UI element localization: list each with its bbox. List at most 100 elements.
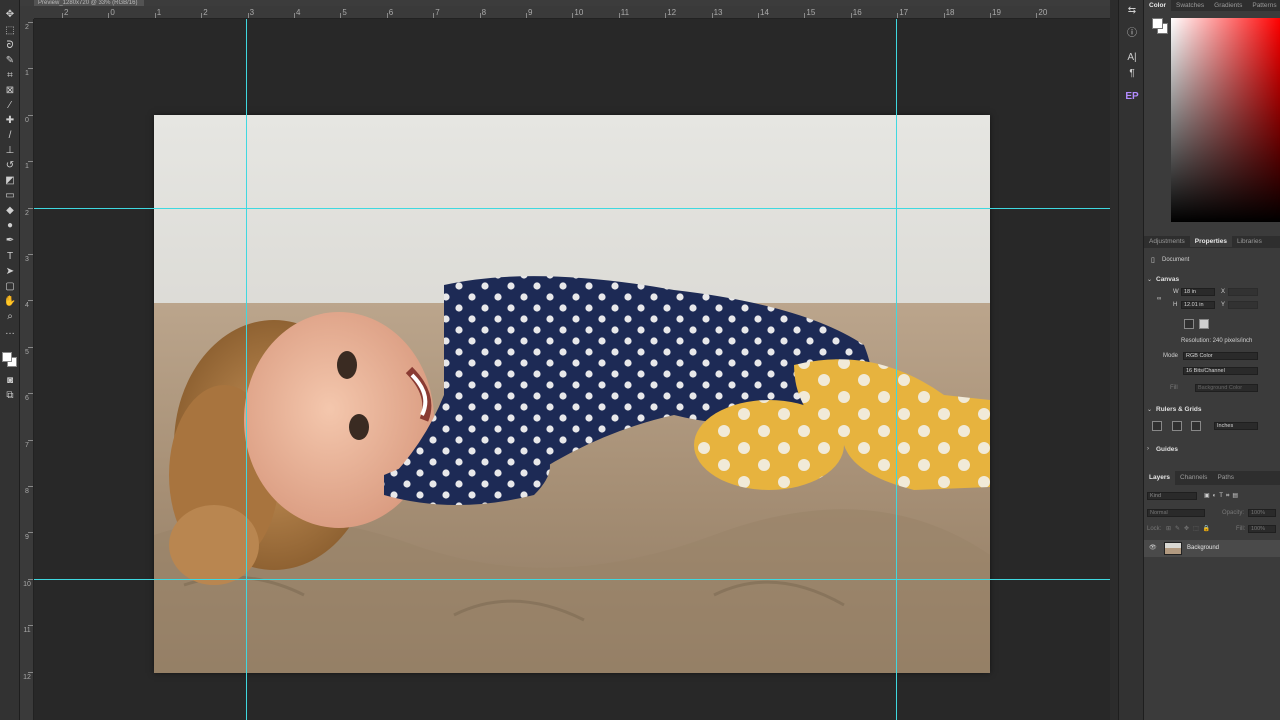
tab-layers[interactable]: Layers — [1144, 471, 1175, 485]
color-picker-field[interactable] — [1171, 18, 1280, 222]
tab-patterns[interactable]: Patterns — [1247, 0, 1280, 11]
vertical-guide-2[interactable] — [896, 19, 897, 720]
canvas-height-field[interactable]: 12.01 in — [1181, 301, 1215, 309]
fill-label: Fill — [1170, 385, 1178, 391]
eyedropper-tool-icon[interactable]: ⁄ — [3, 99, 17, 111]
canvas-section-header[interactable]: ⌄ Canvas — [1144, 275, 1280, 285]
info-icon[interactable]: ⓘ — [1124, 27, 1140, 41]
history-icon[interactable]: ⇆ — [1124, 4, 1140, 18]
rulers-grids-title: Rulers & Grids — [1156, 406, 1202, 413]
horizontal-ruler[interactable]: 2 0 1 2 3 4 5 6 7 8 9 10 11 12 13 14 15 16 17 18 19 20 — [34, 6, 1110, 19]
plugin-ep-icon[interactable]: EP — [1124, 90, 1140, 104]
healing-brush-tool-icon[interactable]: ✚ — [3, 114, 17, 126]
tab-gradients[interactable]: Gradients — [1209, 0, 1247, 11]
ruler-top-tick — [943, 13, 945, 18]
tab-color[interactable]: Color — [1144, 0, 1171, 11]
ruler-left-tick — [28, 578, 33, 580]
bit-depth-select[interactable]: 16 Bits/Channel — [1183, 367, 1258, 375]
ruler-top-tick — [62, 13, 63, 18]
chevron-right-icon[interactable]: › — [1147, 446, 1149, 452]
more-tools-icon[interactable]: … — [3, 325, 17, 337]
move-tool-icon[interactable]: ✥ — [3, 8, 17, 20]
tab-swatches[interactable]: Swatches — [1171, 0, 1209, 11]
ruler-left-tick — [28, 114, 33, 116]
ruler-top-label: 11 — [620, 8, 630, 17]
blend-mode-select[interactable]: Normal — [1147, 509, 1205, 517]
ruler-top-label: 5 — [342, 8, 347, 17]
layer-filter-icons[interactable]: ▣◐T⌗▤ — [1204, 492, 1241, 500]
history-brush-tool-icon[interactable]: ↺ — [3, 159, 17, 171]
ruler-corner[interactable] — [20, 6, 34, 19]
pen-tool-icon[interactable]: ✒ — [3, 234, 17, 246]
zoom-tool-icon[interactable]: ⌕ — [3, 310, 17, 322]
ruler-toggle-button[interactable] — [1152, 421, 1162, 431]
brush-tool-icon[interactable]: / — [3, 129, 17, 141]
blur-tool-icon[interactable]: ◆ — [3, 204, 17, 216]
lock-icons[interactable]: ⊞✎✥⬚🔒 — [1166, 525, 1214, 532]
vertical-guide-1[interactable] — [246, 19, 247, 720]
screen-mode-icon[interactable]: ⧉ — [3, 389, 17, 401]
canvas-y-field[interactable] — [1228, 301, 1258, 309]
gradient-tool-icon[interactable]: ▭ — [3, 189, 17, 201]
tab-paths[interactable]: Paths — [1212, 471, 1239, 485]
eraser-tool-icon[interactable]: ◩ — [3, 174, 17, 186]
ruler-top-tick — [433, 13, 435, 18]
horizontal-guide-2[interactable] — [34, 579, 1110, 580]
ruler-top-tick — [990, 13, 991, 18]
ruler-top-label: 8 — [481, 8, 487, 17]
guides-header[interactable]: › Guides — [1144, 445, 1280, 455]
ruler-top-label: 10 — [574, 8, 584, 17]
dodge-tool-icon[interactable]: ● — [3, 219, 17, 231]
rectangle-tool-icon[interactable]: ▢ — [3, 280, 17, 292]
vertical-ruler[interactable]: 2 1 0 1 2 3 4 5 6 7 8 9 10 11 12 — [20, 19, 34, 720]
tab-properties[interactable]: Properties — [1189, 236, 1232, 247]
tab-libraries[interactable]: Libraries — [1232, 236, 1267, 247]
character-icon[interactable]: A| — [1124, 51, 1140, 65]
chevron-down-icon[interactable]: ⌄ — [1147, 406, 1152, 413]
ruler-left-tick — [28, 161, 33, 163]
color-panel-foreground-swatch[interactable] — [1152, 18, 1163, 29]
ruler-left-tick — [28, 671, 33, 673]
frame-tool-icon[interactable]: ⊠ — [3, 84, 17, 96]
type-tool-icon[interactable]: T — [3, 250, 17, 262]
lasso-tool-icon[interactable]: ᘐ — [3, 39, 17, 51]
photo-canvas[interactable] — [154, 115, 990, 673]
portrait-orientation-button[interactable] — [1184, 319, 1194, 329]
rulers-grids-header[interactable]: ⌄ Rulers & Grids — [1144, 405, 1280, 415]
ruler-top-label: 1 — [156, 8, 162, 17]
visibility-eye-icon[interactable]: 👁 — [1149, 544, 1157, 551]
ruler-top-label: 9 — [528, 8, 533, 17]
lock-label: Lock: — [1147, 526, 1162, 532]
tab-adjustments[interactable]: Adjustments — [1144, 236, 1190, 247]
hand-tool-icon[interactable]: ✋ — [3, 295, 17, 307]
landscape-orientation-button[interactable] — [1199, 319, 1209, 329]
marquee-tool-icon[interactable]: ⬚ — [3, 24, 17, 36]
ruler-units-select[interactable]: Inches — [1214, 422, 1258, 430]
tab-channels[interactable]: Channels — [1175, 471, 1212, 485]
quick-mask-icon[interactable]: ◙ — [3, 374, 17, 386]
layer-kind-filter[interactable]: Kind — [1147, 492, 1197, 500]
ruler-top-label: 6 — [388, 8, 394, 17]
color-mode-select[interactable]: RGB Color — [1183, 352, 1258, 360]
canvas-width-field[interactable]: 18 in — [1181, 288, 1215, 296]
layer-name: Background — [1187, 545, 1220, 551]
layer-fill-field[interactable]: 100% — [1248, 525, 1276, 533]
link-icon[interactable]: ∞ — [1157, 296, 1161, 302]
grid-toggle-button[interactable] — [1172, 421, 1182, 431]
chevron-down-icon[interactable]: ⌄ — [1147, 276, 1152, 283]
canvas-fill-select[interactable]: Background Color — [1195, 384, 1258, 392]
paragraph-icon[interactable]: ¶ — [1124, 67, 1140, 81]
horizontal-guide-1[interactable] — [34, 208, 1110, 209]
canvas-workspace[interactable] — [34, 19, 1110, 720]
quick-select-tool-icon[interactable]: ✎ — [3, 54, 17, 66]
ruler-left-label: 4 — [25, 302, 29, 310]
pixel-grid-toggle-button[interactable] — [1191, 421, 1201, 431]
crop-tool-icon[interactable]: ⌗ — [3, 69, 17, 81]
canvas-x-field[interactable] — [1228, 288, 1258, 296]
path-select-tool-icon[interactable]: ➤ — [3, 265, 17, 277]
foreground-color-swatch[interactable] — [2, 352, 12, 362]
layer-row-background[interactable]: 👁 Background — [1144, 540, 1280, 557]
opacity-field[interactable]: 100% — [1248, 509, 1276, 517]
clone-stamp-tool-icon[interactable]: ⊥ — [3, 144, 17, 156]
ruler-left-label: 7 — [25, 441, 29, 449]
